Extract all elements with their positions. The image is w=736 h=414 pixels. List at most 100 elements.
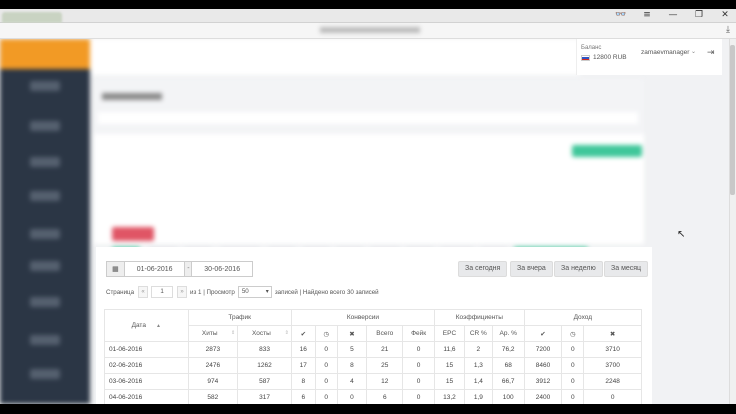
sidebar-item[interactable]: [30, 191, 60, 201]
close-icon[interactable]: ✕: [718, 10, 732, 20]
minimize-icon[interactable]: —: [666, 10, 680, 20]
month-button[interactable]: За месяц: [604, 261, 649, 277]
reset-button-blurred[interactable]: [112, 227, 154, 241]
page-scrollbar[interactable]: [729, 39, 736, 404]
stats-table: Дата ▲ Трафик Конверсии Коэффициенты Дохо…: [104, 309, 643, 404]
table-cell: 8: [290, 373, 316, 390]
table-cell: 2400: [523, 389, 563, 404]
table-cell: 317: [237, 389, 292, 404]
table-cell: 21: [366, 341, 404, 358]
sidebar-item[interactable]: [30, 369, 60, 379]
content-top-blurred: [94, 79, 644, 259]
table-cell: 100: [491, 389, 525, 404]
income-approved-icon: ✔: [523, 325, 563, 342]
table-cell: 1,4: [463, 373, 493, 390]
table-cell: 3912: [523, 373, 563, 390]
logout-icon[interactable]: ⇥: [707, 48, 715, 58]
sidebar-item[interactable]: [30, 297, 60, 307]
table-cell: 2873: [187, 341, 239, 358]
ap-column-header: Ap. %: [491, 325, 525, 342]
next-page-button[interactable]: »: [177, 286, 188, 298]
table-cell: 3710: [583, 341, 642, 358]
yesterday-button[interactable]: За вчера: [510, 261, 553, 277]
table-cell: 0: [402, 373, 436, 390]
today-button[interactable]: За сегодня: [458, 261, 508, 277]
table-cell: 02-06-2016: [104, 357, 189, 374]
table-cell: 0: [402, 341, 436, 358]
page-input[interactable]: 1: [151, 286, 174, 298]
browser-tab-bar: 👓 ≡ — ❐ ✕: [0, 9, 736, 23]
page-viewport: ★ Баланс 12800 RUB zamaevmanager ⌄ ⇥ ▦ 0…: [0, 39, 736, 404]
calendar-icon[interactable]: ▦: [107, 262, 125, 276]
epc-column-header: EPC: [434, 325, 465, 342]
table-cell: 2248: [583, 373, 642, 390]
table-cell: 04-06-2016: [104, 389, 189, 404]
date-range-picker: ▦ 01-06-2016 - 30-06-2016: [106, 261, 253, 277]
stats-panel: ▦ 01-06-2016 - 30-06-2016 За сегодня За …: [96, 247, 652, 404]
restore-icon[interactable]: ❐: [692, 10, 706, 20]
incognito-icon[interactable]: 👓: [614, 10, 628, 20]
table-cell: 974: [187, 373, 239, 390]
hosts-column-header[interactable]: Хосты ⇕: [237, 325, 292, 342]
download-icon[interactable]: ⤓: [726, 25, 730, 35]
per-page-select[interactable]: 50: [237, 286, 272, 298]
table-cell: 4: [336, 373, 368, 390]
date-column-header[interactable]: Дата ▲: [104, 309, 189, 342]
menu-icon[interactable]: ≡: [640, 10, 654, 20]
rejected-icon: ✖: [336, 325, 368, 342]
table-cell: 16: [290, 341, 316, 358]
table-cell: 13,2: [434, 389, 465, 404]
balance-label: Баланс: [581, 45, 602, 51]
table-cell: 0: [561, 341, 585, 358]
table-cell: 12: [366, 373, 404, 390]
table-cell: 8460: [523, 357, 563, 374]
table-cell: 582: [187, 389, 239, 404]
prev-page-button[interactable]: «: [138, 286, 149, 298]
screen-top-bar: [0, 0, 736, 9]
action-button-blurred[interactable]: [572, 145, 642, 157]
table-cell: 0: [314, 341, 338, 358]
table-cell: 7200: [523, 341, 563, 358]
fake-column-header: Фейк: [402, 325, 436, 342]
date-to-input[interactable]: 30-06-2016: [192, 266, 252, 273]
sidebar-item[interactable]: [30, 229, 60, 239]
table-cell: 15: [434, 373, 465, 390]
sidebar: [0, 39, 90, 404]
table-cell: 2476: [187, 357, 239, 374]
income-rejected-icon: ✖: [583, 325, 642, 342]
address-text-blurred: [320, 27, 420, 33]
table-cell: 76,2: [491, 341, 525, 358]
total-column-header: Всего: [366, 325, 404, 342]
sidebar-item[interactable]: [30, 157, 60, 167]
date-from-input[interactable]: 01-06-2016: [125, 266, 185, 273]
table-cell: 15: [434, 357, 465, 374]
conversions-group-header: Конверсии: [290, 309, 436, 326]
table-cell: 03-06-2016: [104, 373, 189, 390]
table-cell: 0: [336, 389, 368, 404]
table-cell: 68: [491, 357, 525, 374]
username[interactable]: zamaevmanager: [641, 49, 689, 56]
user-dropdown: ★ Баланс 12800 RUB zamaevmanager ⌄ ⇥: [576, 39, 722, 75]
hits-column-header[interactable]: Хиты ⇕: [187, 325, 239, 342]
pagination: Страница « 1 » из 1 | Просмотр 50 записе…: [106, 285, 379, 299]
sidebar-item[interactable]: [30, 121, 60, 131]
coefficients-group-header: Коэффициенты: [434, 309, 525, 326]
sort-asc-icon[interactable]: ▲: [156, 323, 161, 329]
table-cell: 0: [314, 357, 338, 374]
address-bar[interactable]: ⤓: [0, 23, 736, 39]
scrollbar-thumb[interactable]: [730, 45, 735, 195]
table-cell: 66,7: [491, 373, 525, 390]
russia-flag-icon: [581, 55, 590, 61]
app-header: [90, 39, 580, 75]
sidebar-item[interactable]: [30, 261, 60, 271]
balance-value: 12800 RUB: [593, 54, 627, 61]
table-cell: 0: [402, 389, 436, 404]
table-cell: 0: [314, 373, 338, 390]
screen-bottom-bar: [0, 404, 736, 414]
week-button[interactable]: За неделю: [554, 261, 603, 277]
sidebar-item[interactable]: [30, 335, 60, 345]
browser-tab[interactable]: [2, 12, 62, 23]
chevron-down-icon[interactable]: ⌄: [691, 48, 696, 55]
table-cell: 0: [402, 357, 436, 374]
sidebar-item[interactable]: [30, 81, 60, 91]
